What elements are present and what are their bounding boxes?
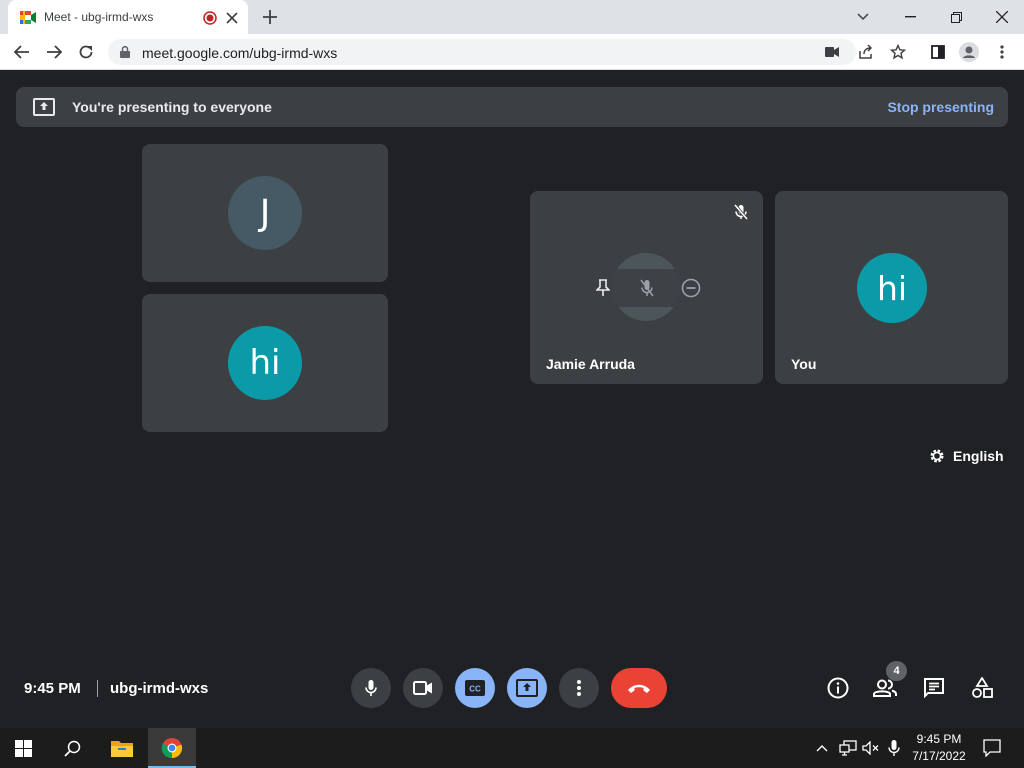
tab-title: Meet - ubg-irmd-wxs: [44, 10, 154, 24]
participant-count-badge: 4: [886, 661, 907, 681]
tab-strip: Meet - ubg-irmd-wxs: [0, 0, 1024, 34]
volume-muted-icon[interactable]: [861, 739, 881, 757]
participant-name: You: [791, 356, 817, 372]
browser-toolbar: meet.google.com/ubg-irmd-wxs: [0, 34, 1024, 70]
present-screen-icon: [516, 679, 538, 697]
windows-start-icon[interactable]: [14, 739, 32, 757]
meeting-controls-bar: 9:45 PM ubg-irmd-wxs CC 4: [0, 656, 1024, 720]
present-now-button[interactable]: [507, 668, 547, 708]
browser-tab[interactable]: Meet - ubg-irmd-wxs: [8, 0, 248, 34]
file-explorer-icon[interactable]: [110, 737, 134, 759]
chat-icon[interactable]: [922, 676, 946, 700]
more-options-button[interactable]: [559, 668, 599, 708]
close-window-icon[interactable]: [990, 8, 1014, 26]
meet-favicon-icon: [20, 10, 36, 24]
back-icon[interactable]: [12, 43, 32, 61]
end-call-icon: [626, 682, 652, 694]
captions-button[interactable]: CC: [455, 668, 495, 708]
microphone-icon: [364, 679, 378, 697]
bookmark-star-icon[interactable]: [888, 43, 908, 61]
microphone-button[interactable]: [351, 668, 391, 708]
video-camera-icon: [413, 681, 433, 695]
activities-icon[interactable]: [970, 676, 994, 700]
meeting-details-info-icon[interactable]: [826, 676, 850, 700]
avatar: hi: [857, 253, 927, 323]
participant-tile[interactable]: J: [142, 144, 388, 282]
minimize-icon[interactable]: [898, 8, 922, 26]
forward-icon[interactable]: [44, 43, 64, 61]
participant-tile-self[interactable]: hi You: [775, 191, 1008, 384]
avatar: hi: [228, 326, 302, 400]
muted-mic-icon: [730, 203, 752, 221]
lock-icon[interactable]: [118, 45, 132, 59]
pin-icon[interactable]: [592, 277, 614, 299]
presenting-message: You're presenting to everyone: [72, 99, 272, 115]
new-tab-icon[interactable]: [260, 8, 280, 26]
tab-close-icon[interactable]: [224, 10, 240, 26]
participant-tile-jamie[interactable]: Jamie Arruda: [530, 191, 763, 384]
address-bar[interactable]: meet.google.com/ubg-irmd-wxs: [108, 39, 856, 65]
remove-participant-icon[interactable]: [680, 277, 702, 299]
show-hidden-icons-chevron-icon[interactable]: [814, 740, 830, 756]
windows-taskbar: 9:45 PM 7/17/2022: [0, 728, 1024, 768]
camera-in-use-icon[interactable]: [824, 45, 840, 59]
stop-presenting-button[interactable]: Stop presenting: [887, 99, 994, 115]
leave-call-button[interactable]: [611, 668, 667, 708]
svg-text:CC: CC: [469, 685, 481, 694]
gear-icon: [928, 447, 946, 465]
taskbar-clock-time[interactable]: 9:45 PM: [912, 732, 966, 746]
captions-language-label: English: [953, 448, 1004, 464]
presenting-banner: You're presenting to everyone Stop prese…: [16, 87, 1008, 127]
present-screen-icon: [32, 97, 56, 117]
divider: [97, 680, 98, 697]
notifications-icon[interactable]: [982, 738, 1002, 758]
more-vert-icon: [577, 680, 581, 696]
participant-name: Jamie Arruda: [546, 356, 635, 372]
avatar: J: [228, 176, 302, 250]
taskbar-clock-date[interactable]: 7/17/2022: [908, 749, 970, 763]
chrome-icon: [161, 737, 183, 759]
side-panel-icon[interactable]: [928, 43, 948, 61]
share-icon[interactable]: [856, 43, 876, 61]
reload-icon[interactable]: [76, 43, 96, 61]
network-icon[interactable]: [838, 739, 858, 757]
recording-icon: [203, 11, 217, 25]
search-icon[interactable]: [62, 738, 82, 758]
tile-hover-controls: [584, 269, 710, 307]
browser-menu-icon[interactable]: [992, 43, 1012, 61]
closed-captions-icon: CC: [465, 680, 485, 696]
camera-button[interactable]: [403, 668, 443, 708]
chrome-taskbar-button[interactable]: [148, 728, 196, 768]
tab-search-icon[interactable]: [852, 8, 874, 26]
meeting-code: ubg-irmd-wxs: [110, 680, 209, 697]
meeting-time: 9:45 PM: [24, 680, 81, 697]
url-text: meet.google.com/ubg-irmd-wxs: [142, 45, 338, 61]
microphone-in-use-icon[interactable]: [886, 738, 902, 758]
mute-participant-icon[interactable]: [636, 277, 658, 299]
participant-tile[interactable]: hi: [142, 294, 388, 432]
restore-icon[interactable]: [944, 8, 968, 26]
profile-avatar-icon[interactable]: [958, 41, 980, 63]
